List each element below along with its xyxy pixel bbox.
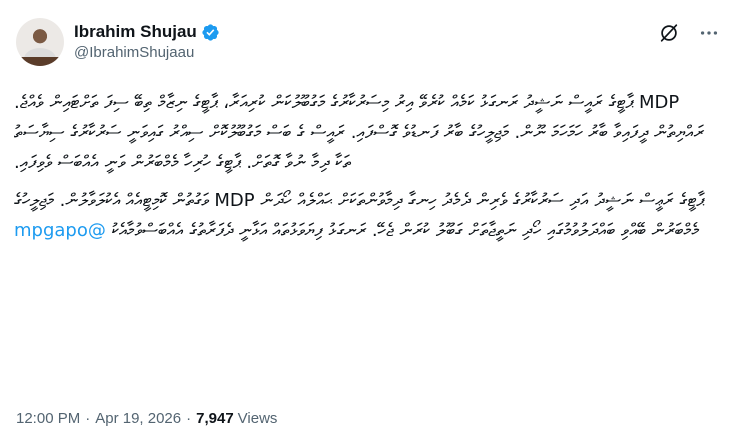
tweet-meta: 12:00 PM · Apr 19, 2026 · 7,947 Views xyxy=(16,410,277,427)
more-icon[interactable] xyxy=(698,22,720,44)
display-name[interactable]: Ibrahim Shujau xyxy=(74,21,197,43)
mention-link[interactable]: @mpgapo xyxy=(14,220,106,241)
name-row: Ibrahim Shujau xyxy=(74,21,220,43)
tweet-body: MDP ޕާޓީގެ ރައީސް ނަޝީދު ރަނގަޅު ކަމެއް … xyxy=(14,88,718,246)
views-count[interactable]: 7,947 xyxy=(196,410,234,427)
handle[interactable]: @IbrahimShujaau xyxy=(74,43,220,63)
avatar-desk xyxy=(16,57,64,66)
author-names: Ibrahim Shujau @IbrahimShujaau xyxy=(74,21,220,63)
tweet-date[interactable]: Apr 19, 2026 xyxy=(95,410,181,427)
tweet-time[interactable]: 12:00 PM xyxy=(16,410,80,427)
grok-icon[interactable] xyxy=(658,22,680,44)
tweet-paragraph-2: ޕާޓީގެ ރަޢީސް ނަޝީދު އަދި ސަރުކާރުގެ ވެރ… xyxy=(14,186,718,246)
tweet-header: Ibrahim Shujau @IbrahimShujaau xyxy=(16,14,720,70)
tweet-paragraph-1: MDP ޕާޓީގެ ރައީސް ނަޝީދު ރަނގަޅު ކަމެއް … xyxy=(14,92,705,173)
tweet-card: Ibrahim Shujau @IbrahimShujaau MDP ޕާޓީގ… xyxy=(0,0,736,447)
verified-badge-icon[interactable] xyxy=(201,23,220,42)
meta-separator-2: · xyxy=(186,410,192,427)
tweet-paragraph-2-text: ޕާޓީގެ ރަޢީސް ނަޝީދު އަދި ސަރުކާރުގެ ވެރ… xyxy=(14,190,705,241)
avatar[interactable] xyxy=(16,18,64,66)
views-label: Views xyxy=(237,410,278,427)
header-actions xyxy=(658,22,720,44)
meta-separator: · xyxy=(85,410,91,427)
